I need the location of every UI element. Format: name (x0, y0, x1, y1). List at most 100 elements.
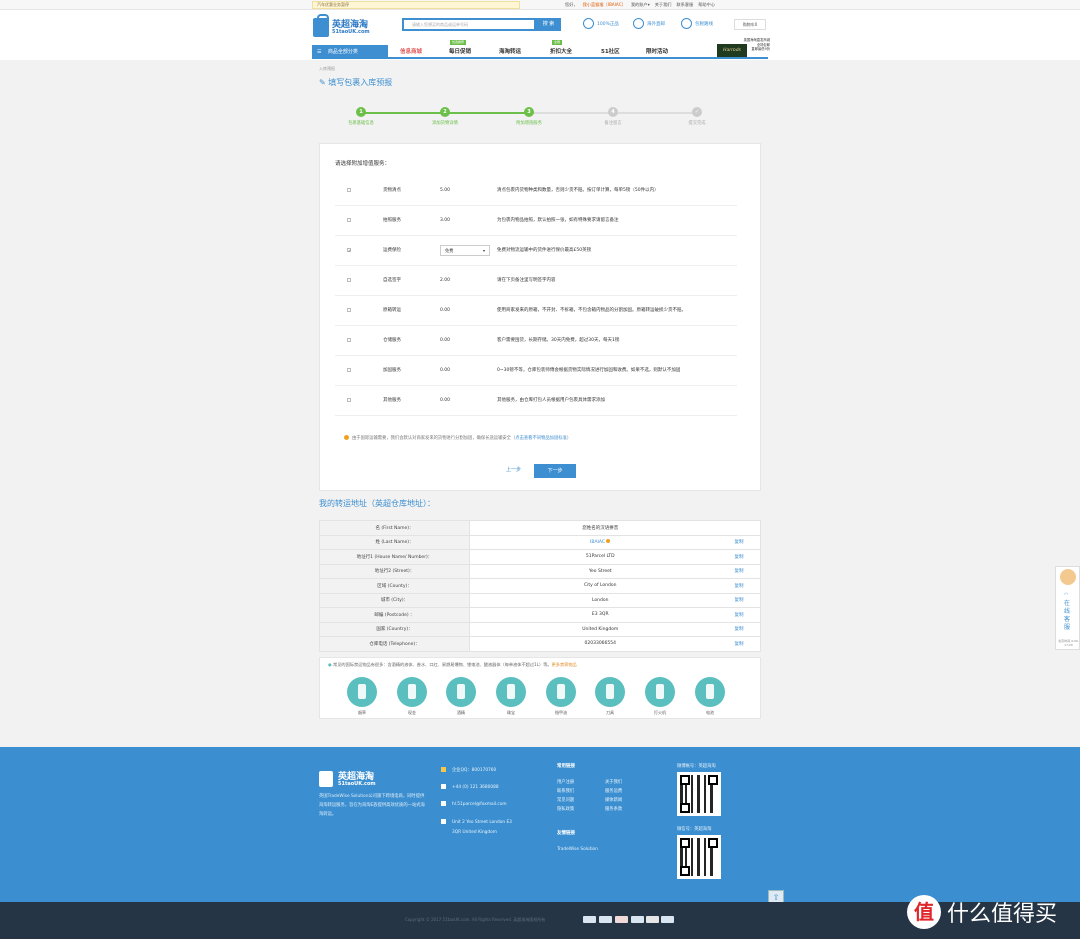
service-desc: 0~30镑不等，仓库包装师傅会根据货物实际情况进行加固和收费。如果不选，则默认不… (497, 368, 681, 373)
prev-step-link[interactable]: 上一步 (506, 466, 521, 473)
footer-friends-head: 友情链接 (557, 831, 575, 836)
service-checkbox[interactable] (347, 368, 351, 372)
copy-button[interactable]: 复制 (730, 621, 761, 637)
service-price: 0.00 (440, 398, 451, 403)
top-bar: 汽车优惠业务暂停 您好， 我小蓝猴猴（IBAIAC） 我的账户▾ 关于我们 联系… (0, 0, 1080, 10)
service-checkbox[interactable] (347, 278, 351, 282)
smzdm-logo-icon: 值 (907, 895, 941, 929)
copy-button[interactable]: 复制 (730, 534, 761, 550)
banned-item-jewelry: 珠宝 (495, 677, 527, 716)
footer-link-register[interactable]: 用户注册 (557, 778, 574, 787)
copy-button[interactable]: 复制 (730, 549, 761, 565)
feature-tax: 包税路线 (681, 18, 713, 29)
banned-item-knife: 刀具 (594, 677, 626, 716)
banned-item-battery: 电池 (694, 677, 726, 716)
reinforce-standard-link[interactable]: 点击查看不同物品加固标准 (515, 436, 567, 441)
service-checkbox[interactable] (347, 218, 351, 222)
service-checkbox-checked[interactable]: ✓ (347, 248, 351, 253)
nail-polish-icon (546, 677, 576, 707)
address-row: 仓库电话 (Telephone)： 02033066554 复制 (319, 636, 761, 652)
address-row: 国家 (Country)： United Kingdom 复制 (319, 621, 761, 637)
copy-button[interactable]: 复制 (730, 563, 761, 579)
bank-card-icon (661, 916, 674, 923)
service-checkbox[interactable] (347, 338, 351, 342)
address-title: 我的转运地址（英超仓库地址）： (319, 499, 435, 508)
greeting: 您好， (565, 2, 578, 7)
insurance-select[interactable]: 免费 (440, 245, 490, 256)
address-row: 姓 (Last Name)： IBAIAC 复制 (319, 534, 761, 550)
toplink-contact[interactable]: 联系客服 (676, 1, 693, 9)
service-row: 仓储服务 0.00 客户需要囤货，长期存储。30天内免费，超过30天，每天1镑 (335, 326, 737, 356)
service-desc: 清点包裹内货物种类和数量，否则少货不赔。按订单计算，每单5镑（50件以内） (497, 188, 659, 193)
wechat-label: 微信号：英超海淘 (677, 827, 712, 832)
footer-phone: +44 (0) 121 3680088 (441, 783, 499, 792)
breadcrumb[interactable]: 入库预报 (319, 66, 335, 72)
online-service-label: 在线客服 (1064, 600, 1071, 631)
copy-button[interactable]: 复制 (730, 636, 761, 652)
service-name: 其他服务 (383, 398, 401, 403)
plane-icon (681, 18, 692, 29)
nav-item-community[interactable]: 51社区 (601, 45, 620, 59)
banned-more-link[interactable]: 更多禁寄物品 (552, 662, 577, 667)
service-row: 其他服务 0.00 其他服务，由仓库打包人员根据用户包裹具体需求添加 (335, 386, 737, 416)
footer-link-news[interactable]: 媒体新闻 (605, 796, 622, 805)
service-price: 0.00 (440, 308, 451, 313)
footer-link-contact[interactable]: 联系我们 (557, 787, 574, 796)
service-row: 自选签字 2.00 请在下页备注里写明签字内容 (335, 266, 737, 296)
search-input[interactable]: 请输入您想买的商品或运单号码 (402, 18, 536, 31)
service-desc: 其他服务，由仓库打包人员根据用户包裹具体需求添加 (497, 398, 605, 403)
banned-item-tobacco: 烟草 (346, 677, 378, 716)
footer-link-privacy[interactable]: 隐私政策 (557, 805, 574, 814)
banned-item-nailpolish: 指甲油 (545, 677, 577, 716)
step-line (361, 112, 445, 114)
footer-link-terms[interactable]: 服务条款 (605, 805, 622, 814)
username-link[interactable]: 我小蓝猴猴（IBAIAC） (583, 1, 626, 9)
toplink-help[interactable]: 帮助中心 (698, 1, 715, 9)
battery-icon (695, 677, 725, 707)
lighter-icon (645, 677, 675, 707)
services-panel: 请选择附加增值服务： 货物清点 5.00 清点包裹内货物种类和数量，否则少货不赔… (319, 143, 761, 491)
footer-link-fees[interactable]: 服务运费 (605, 787, 622, 796)
site-logo[interactable]: 英超海淘 51taoUK.com (313, 14, 373, 40)
service-row: ✓ 运费保险 免费 免费对物流运输中的货件进行保价最高£50英镑 (335, 236, 737, 266)
nav-item-mall[interactable]: 信息商城 (400, 45, 422, 59)
progress-steps: 1 2 3 4 ✓ 包裹基础信息 添加货物详情 附加增值服务 备注留言 提交完成 (319, 100, 761, 130)
main-nav: ☰ 商品全部分类 信息商城 每日促销 优选推荐 海淘转运 折扣大全 全网 51社… (312, 40, 768, 59)
toplink-account[interactable]: 我的账户▾ (631, 1, 650, 9)
copy-button[interactable]: 复制 (730, 592, 761, 608)
category-menu[interactable]: ☰ 商品全部分类 (312, 45, 388, 59)
smzdm-watermark: 值什么值得买 (907, 895, 1057, 929)
amex-icon (599, 916, 612, 923)
search-button[interactable]: 搜 索 (536, 18, 561, 31)
harrods-banner[interactable]: Harrods (717, 44, 747, 57)
footer-qq: 企业QQ：800170760 (441, 766, 496, 775)
step-1-label: 包裹基础信息 (348, 121, 374, 126)
footer-email[interactable]: hl.51parcel@foxmail.com (441, 800, 507, 809)
copy-button[interactable]: 复制 (730, 578, 761, 594)
footer-link-tradewise[interactable]: TradeWise Solution (557, 845, 598, 854)
globe-icon (633, 18, 644, 29)
footer-link-about[interactable]: 关于我们 (605, 778, 622, 787)
service-name: 自选签字 (383, 278, 401, 283)
copy-button[interactable]: 复制 (730, 607, 761, 623)
nav-item-discount[interactable]: 折扣大全 (550, 45, 572, 59)
step-5-dot: ✓ (692, 107, 702, 117)
address-row: 名 (First Name)： 您姓名的汉语拼音 (319, 520, 761, 536)
nav-item-flash[interactable]: 限时活动 (646, 45, 668, 59)
service-checkbox[interactable] (347, 398, 351, 402)
nav-item-forward[interactable]: 海淘转运 (499, 45, 521, 59)
step-line (529, 112, 613, 114)
toplink-about[interactable]: 关于我们 (655, 1, 672, 9)
service-row: 原箱转运 0.00 使用商家发来的原箱，不开封、不拆箱，不包含箱内物品的分割加固… (335, 296, 737, 326)
service-checkbox[interactable] (347, 188, 351, 192)
step-4-label: 备注留言 (604, 121, 622, 126)
service-row: 拍照服务 3.00 为包裹内物品拍照，默认拍照一张，如有特殊要求请留言备注 (335, 206, 737, 236)
footer-link-faq[interactable]: 常见问题 (557, 796, 574, 805)
next-step-button[interactable]: 下一步 (534, 464, 576, 478)
paypal-icon (631, 916, 644, 923)
nav-item-daily[interactable]: 每日促销 (449, 45, 471, 59)
cart-button[interactable]: 购物车0 (734, 19, 766, 30)
online-service-widget[interactable]: ◠ 在线客服 北京时间 9:00-17:00 (1055, 566, 1080, 650)
footer-description: 英国TradeWise Solution公司旗下跨境电商，同时提供海淘转运服务，… (319, 794, 425, 817)
service-checkbox[interactable] (347, 308, 351, 312)
